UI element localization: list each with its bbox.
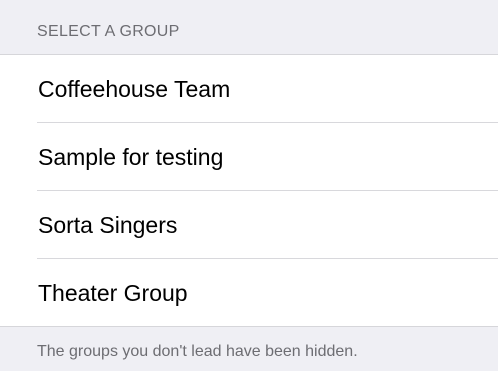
group-label: Coffeehouse Team <box>38 75 231 102</box>
group-row-sorta-singers[interactable]: Sorta Singers <box>0 191 498 259</box>
group-row-theater-group[interactable]: Theater Group <box>0 259 498 327</box>
group-label: Sample for testing <box>38 143 224 170</box>
group-label: Sorta Singers <box>38 211 178 238</box>
group-row-coffeehouse-team[interactable]: Coffeehouse Team <box>0 55 498 123</box>
group-row-sample-for-testing[interactable]: Sample for testing <box>0 123 498 191</box>
section-header: SELECT A GROUP <box>0 0 498 55</box>
section-footer-note: The groups you don't lead have been hidd… <box>0 327 498 361</box>
group-label: Theater Group <box>38 279 188 306</box>
group-picker-screen: SELECT A GROUP Coffeehouse Team Sample f… <box>0 0 498 371</box>
group-list: Coffeehouse Team Sample for testing Sort… <box>0 55 498 327</box>
